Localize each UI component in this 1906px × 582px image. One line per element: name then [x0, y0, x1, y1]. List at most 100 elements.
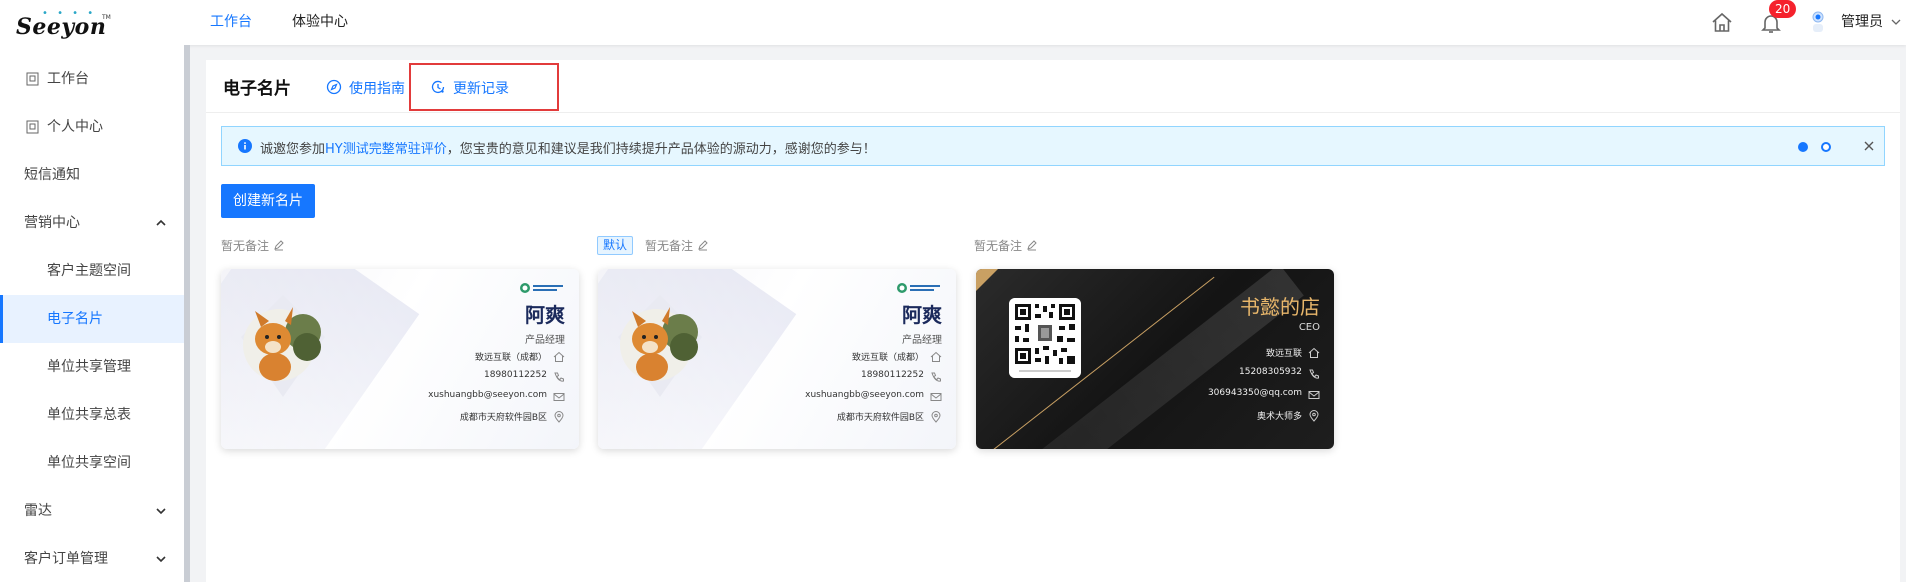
logo-trademark: TM — [102, 14, 111, 21]
update-log-link[interactable]: 更新记录 — [453, 78, 509, 98]
card-company-row: 致远互联 — [1120, 345, 1320, 361]
usage-guide-link[interactable]: 使用指南 — [349, 78, 405, 98]
card-remark: 暂无备注 — [645, 239, 694, 253]
card-company: 致远互联（成都） — [474, 353, 547, 363]
sidebar-item-orders[interactable]: 客户订单管理 — [0, 535, 184, 582]
card-name: 阿爽 — [525, 303, 565, 327]
card-role: 产品经理 — [902, 335, 942, 346]
sidebar-item-label: 单位共享管理 — [47, 359, 131, 375]
top-header: • • • • Seeyon TM 工作台 体验中心 20 管理员 — [0, 0, 1906, 45]
mail-icon — [930, 393, 942, 401]
card-company-row: 致远互联（成都） — [365, 349, 565, 365]
card-company-row: 致远互联（成都） — [742, 349, 942, 365]
card-email: xushuangbb@seeyon.com — [428, 390, 547, 400]
card-decoration — [976, 269, 998, 291]
home-icon[interactable] — [1710, 11, 1734, 35]
location-icon — [931, 411, 941, 423]
sidebar-item-label: 短信通知 — [24, 167, 80, 183]
chevron-up-icon — [156, 219, 166, 226]
mail-icon — [553, 393, 565, 401]
business-card[interactable]: 阿爽 产品经理 致远互联（成都） 18980112252 xushuangbb@… — [598, 269, 956, 449]
close-icon[interactable] — [1862, 139, 1876, 153]
card-address-row: 成都市天府软件园B区 — [742, 409, 942, 425]
phone-icon — [931, 372, 941, 382]
card-address: 成都市天府软件园B区 — [836, 413, 924, 423]
seeyon-logo[interactable]: • • • • Seeyon TM — [12, 8, 111, 40]
default-tag: 默认 — [597, 236, 634, 255]
survey-link[interactable]: HY测试完整常驻评价 — [325, 142, 447, 157]
create-card-button[interactable]: 创建新名片 — [221, 184, 315, 218]
sidebar-item-label: 客户订单管理 — [24, 551, 108, 567]
sidebar-item-label: 雷达 — [24, 503, 52, 519]
sidebar-item-workbench[interactable]: 工作台 — [0, 55, 184, 103]
edit-icon[interactable] — [1026, 239, 1038, 251]
card-address-row: 成都市天府软件园B区 — [365, 409, 565, 425]
card-name: 阿爽 — [902, 303, 942, 327]
card-phone-row: 15208305932 — [1120, 366, 1320, 382]
mail-icon — [1308, 391, 1320, 399]
card-role: 产品经理 — [525, 335, 565, 346]
history-icon[interactable] — [430, 79, 446, 95]
avatar[interactable] — [1809, 10, 1827, 34]
sidebar-scrollbar[interactable] — [184, 45, 190, 582]
card-role: CEO — [1298, 322, 1320, 333]
sidebar-item-radar[interactable]: 雷达 — [0, 487, 184, 535]
notification-badge: 20 — [1769, 0, 1797, 18]
location-icon — [554, 411, 564, 423]
logo-text: Seeyon — [16, 14, 107, 40]
card-phone: 18980112252 — [861, 370, 924, 380]
info-icon — [238, 139, 252, 153]
card-email: xushuangbb@seeyon.com — [805, 390, 924, 400]
business-card[interactable]: 书懿的店 CEO 致远互联 15208305932 306943350@qq.c… — [976, 269, 1334, 449]
sidebar-item-label: 营销中心 — [24, 215, 80, 231]
sidebar-item-unit-share-manage[interactable]: 单位共享管理 — [0, 343, 184, 391]
sidebar-item-label: 客户主题空间 — [47, 263, 131, 279]
edit-icon[interactable] — [273, 239, 285, 251]
home-icon — [930, 351, 942, 362]
sidebar-item-customer-space[interactable]: 客户主题空间 — [0, 247, 184, 295]
main-panel: 电子名片 使用指南 更新记录 诚邀您参加HY测试完整常驻评价，您宝贵的意见和建议… — [206, 60, 1900, 582]
notice-banner: 诚邀您参加HY测试完整常驻评价，您宝贵的意见和建议是我们持续提升产品体验的源动力… — [221, 126, 1885, 166]
card-address-row: 奥术大师多 — [1120, 408, 1320, 424]
sidebar-item-ecard[interactable]: 电子名片 — [0, 295, 184, 343]
notice-text: 诚邀您参加HY测试完整常驻评价，您宝贵的意见和建议是我们持续提升产品体验的源动力… — [260, 138, 876, 157]
fox-photo — [241, 295, 325, 397]
sidebar-item-personal-center[interactable]: 个人中心 — [0, 103, 184, 151]
edit-icon[interactable] — [697, 239, 709, 251]
business-card[interactable]: 阿爽 产品经理 致远互联（成都） 18980112252 xushuangbb@… — [221, 269, 579, 449]
card-address: 奥术大师多 — [1256, 412, 1302, 422]
sidebar-item-label: 个人中心 — [47, 119, 103, 135]
compass-icon[interactable] — [326, 79, 342, 95]
user-name[interactable]: 管理员 — [1841, 0, 1883, 45]
home-icon — [1308, 347, 1320, 358]
card-phone-row: 18980112252 — [742, 369, 942, 385]
sidebar-item-label: 单位共享总表 — [47, 407, 131, 423]
phone-icon — [554, 372, 564, 382]
page-title: 电子名片 — [223, 79, 291, 99]
nav-experience-center[interactable]: 体验中心 — [292, 0, 348, 45]
chevron-down-icon[interactable] — [1891, 17, 1901, 27]
sidebar-item-label: 电子名片 — [47, 311, 103, 327]
carousel-dot-active[interactable] — [1798, 142, 1808, 152]
card-phone-row: 18980112252 — [365, 369, 565, 385]
location-icon — [1309, 410, 1319, 422]
qr-code — [1009, 298, 1081, 378]
sidebar-item-unit-share-space[interactable]: 单位共享空间 — [0, 439, 184, 487]
carousel-dot[interactable] — [1821, 142, 1831, 152]
card-email-row: xushuangbb@seeyon.com — [365, 389, 565, 405]
sidebar-item-unit-share-table[interactable]: 单位共享总表 — [0, 391, 184, 439]
fox-photo — [618, 295, 702, 397]
card-phone: 15208305932 — [1239, 367, 1302, 377]
card-phone: 18980112252 — [484, 370, 547, 380]
company-logo — [897, 283, 940, 293]
sidebar-item-sms[interactable]: 短信通知 — [0, 151, 184, 199]
sidebar-item-label: 单位共享空间 — [47, 455, 131, 471]
chevron-down-icon — [156, 556, 166, 563]
sidebar-item-marketing[interactable]: 营销中心 — [0, 199, 184, 247]
card-email-row: xushuangbb@seeyon.com — [742, 389, 942, 405]
sidebar: 工作台 个人中心 短信通知 营销中心 客户主题空间 电子名片 单位共享管理 单位… — [0, 45, 184, 582]
card-name: 书懿的店 — [1240, 295, 1320, 319]
notice-prefix: 诚邀您参加 — [260, 142, 326, 157]
nav-workbench[interactable]: 工作台 — [210, 0, 252, 45]
sidebar-item-label: 工作台 — [47, 71, 89, 87]
